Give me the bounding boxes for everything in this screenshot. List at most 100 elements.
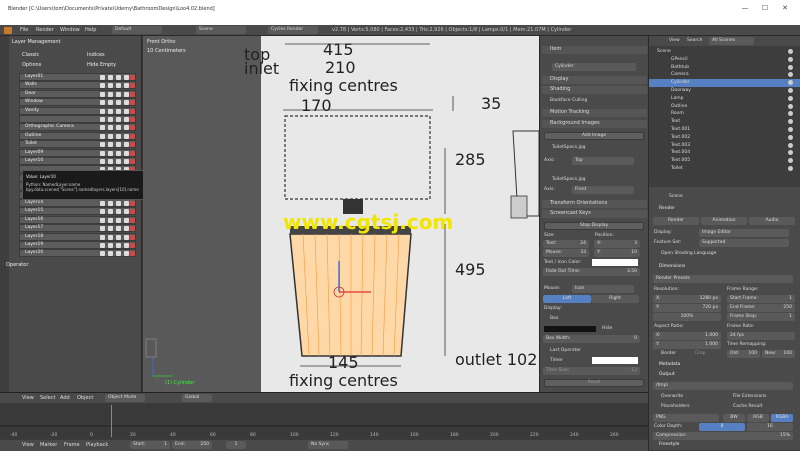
wire-icon[interactable]: [124, 125, 129, 131]
old-field[interactable]: Old: 100: [727, 350, 760, 358]
eye-icon[interactable]: [100, 159, 105, 164]
layer-name[interactable]: Vanity: [25, 108, 39, 113]
layer-name[interactable]: Door: [25, 91, 36, 96]
render-icon[interactable]: [116, 243, 121, 248]
delete-icon[interactable]: [130, 125, 135, 131]
outliner-item[interactable]: Doorway: [649, 87, 800, 95]
add-image-button[interactable]: Add Image: [544, 132, 644, 140]
eye-icon[interactable]: [100, 226, 105, 232]
visibility-icon[interactable]: [788, 142, 793, 148]
lock-icon[interactable]: [108, 209, 113, 215]
eye-icon[interactable]: [100, 243, 105, 248]
depth-8-button[interactable]: 8: [699, 423, 745, 431]
layer-row[interactable]: Walls: [19, 81, 136, 90]
outliner-search-menu[interactable]: Search: [687, 38, 702, 43]
mode-select[interactable]: Object Mode: [105, 394, 145, 402]
layer-row[interactable]: Layer17: [19, 224, 136, 233]
border-checkbox[interactable]: Border: [661, 351, 676, 356]
dimensions-header[interactable]: Dimensions: [659, 264, 685, 269]
layer-name[interactable]: Layer14: [25, 200, 43, 205]
hide-empty-option[interactable]: Hide Empty: [87, 62, 116, 70]
delete-icon[interactable]: [130, 142, 135, 148]
box-checkbox[interactable]: Box: [550, 316, 558, 321]
eye-icon[interactable]: [100, 251, 105, 257]
render-icon[interactable]: [116, 209, 121, 215]
layer-row[interactable]: Layer18: [19, 232, 136, 241]
eye-icon[interactable]: [100, 125, 105, 131]
maximize-button[interactable]: ☐: [760, 4, 770, 14]
mouse-size-field[interactable]: Mouse: 33: [543, 249, 589, 257]
outliner-item[interactable]: Lamp: [649, 95, 800, 103]
visibility-icon[interactable]: [788, 119, 793, 125]
minimize-button[interactable]: —: [740, 4, 750, 14]
properties-tabs[interactable]: [649, 177, 800, 187]
lock-icon[interactable]: [108, 142, 113, 148]
current-frame-field[interactable]: 1: [226, 441, 246, 449]
render-icon[interactable]: [116, 159, 121, 164]
display-select[interactable]: Image Editor: [699, 229, 789, 237]
pivot-global-select[interactable]: Global: [182, 394, 212, 402]
classic-option[interactable]: Classic: [22, 52, 39, 60]
outliner-item[interactable]: Outline: [649, 103, 800, 111]
bg-image-1[interactable]: ToiletSpecs.jpg: [552, 145, 585, 150]
operator-header[interactable]: Operator: [6, 262, 28, 270]
layer-row[interactable]: Layer09: [19, 148, 136, 157]
file-extensions-checkbox[interactable]: File Extensions: [733, 394, 766, 399]
visibility-icon[interactable]: [788, 150, 793, 156]
layer-row[interactable]: Vanity: [19, 106, 136, 115]
eye-icon[interactable]: [100, 83, 105, 89]
layer-row[interactable]: Outline: [19, 131, 136, 140]
layer-name[interactable]: Layer10: [25, 158, 43, 163]
delete-icon[interactable]: [130, 133, 135, 139]
layer-name[interactable]: Orthographic Camera: [25, 124, 74, 129]
frame-step-field[interactable]: Frame Step: 1: [727, 313, 795, 321]
render-icon[interactable]: [116, 91, 121, 97]
layer-row[interactable]: [19, 115, 136, 123]
delete-icon[interactable]: [130, 226, 135, 232]
wire-icon[interactable]: [124, 159, 129, 164]
layer-name[interactable]: Walls: [25, 82, 37, 87]
freestyle-header[interactable]: Freestyle: [659, 442, 679, 447]
format-select[interactable]: PNG: [653, 414, 719, 422]
render-icon[interactable]: [116, 133, 121, 139]
overwrite-checkbox[interactable]: Overwrite: [661, 394, 683, 399]
options-option[interactable]: Options: [22, 62, 41, 70]
end-frame-field[interactable]: End Frame: 250: [727, 304, 795, 312]
eye-icon[interactable]: [100, 100, 105, 106]
visibility-icon[interactable]: [788, 88, 793, 93]
layer-name[interactable]: Layer19: [25, 242, 43, 247]
visibility-icon[interactable]: [788, 80, 793, 86]
last-operator-checkbox[interactable]: Last Operator: [550, 348, 581, 353]
tl-menu-view[interactable]: View: [22, 442, 34, 448]
eye-icon[interactable]: [100, 217, 105, 223]
screencast-header[interactable]: Screencast Keys: [542, 210, 647, 218]
delete-icon[interactable]: [130, 100, 135, 106]
layer-management-header[interactable]: Layer Management: [12, 39, 60, 47]
hide-checkbox[interactable]: Hide: [602, 326, 612, 331]
render-icon[interactable]: [116, 234, 121, 240]
layer-name[interactable]: Layer17: [25, 225, 43, 230]
res-x-field[interactable]: X: 1280 px: [653, 295, 721, 303]
indices-option[interactable]: Indices: [87, 52, 105, 60]
layer-row[interactable]: Layer01: [19, 73, 136, 81]
lock-icon[interactable]: [108, 226, 113, 232]
lock-icon[interactable]: [108, 83, 113, 89]
delete-icon[interactable]: [130, 117, 135, 122]
outliner-item[interactable]: Cylinder: [649, 79, 800, 88]
eye-icon[interactable]: [100, 108, 105, 114]
feature-set-select[interactable]: Supported: [699, 239, 789, 247]
outliner-item[interactable]: GPencil: [649, 56, 800, 64]
sync-select[interactable]: No Sync: [308, 441, 348, 449]
visibility-icon[interactable]: [788, 56, 793, 62]
wire-icon[interactable]: [124, 91, 129, 97]
layer-row[interactable]: Toilet: [19, 140, 136, 149]
render-presets-select[interactable]: Render Presets: [653, 275, 793, 283]
wire-icon[interactable]: [124, 243, 129, 248]
item-header[interactable]: Item: [542, 46, 647, 54]
menu-help[interactable]: Help: [85, 27, 96, 33]
res-y-field[interactable]: Y: 720 px: [653, 304, 721, 312]
render-icon[interactable]: [116, 217, 121, 223]
output-path-field[interactable]: /tmp\: [653, 382, 793, 390]
shading-header[interactable]: Shading: [542, 86, 647, 94]
text-size-field[interactable]: Text: 24: [543, 240, 589, 248]
